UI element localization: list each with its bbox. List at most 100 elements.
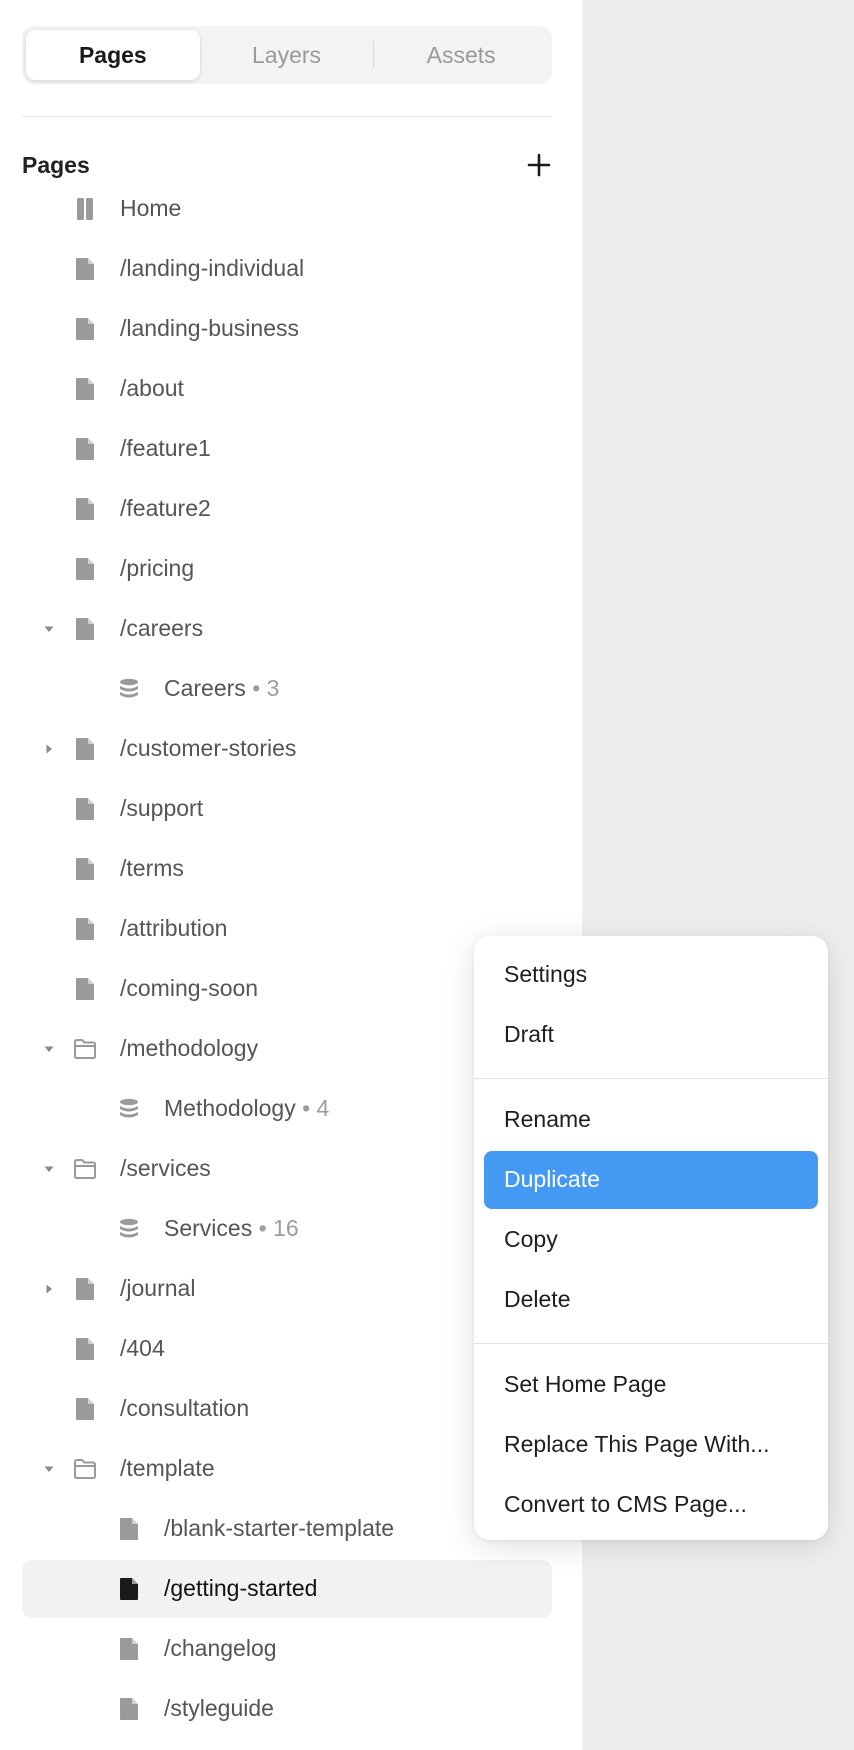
page-label-text: /careers (120, 615, 204, 641)
page-label-text: /consultation (120, 1395, 250, 1421)
page-label-text: /journal (120, 1275, 196, 1301)
caret-down-icon[interactable] (42, 1462, 56, 1476)
page-icon (76, 1278, 94, 1300)
page-label: /template (120, 1455, 215, 1482)
page-label: Home (120, 195, 181, 222)
menu-item-delete[interactable]: Delete (484, 1271, 818, 1329)
page-row-changelog[interactable]: /changelog (22, 1620, 552, 1678)
page-label: /coming-soon (120, 975, 258, 1002)
context-menu: Settings Draft Rename Duplicate Copy Delete Se… (474, 936, 828, 1540)
page-label-text: /customer-stories (120, 735, 297, 761)
page-label-text: /feature1 (120, 435, 211, 461)
page-row-support[interactable]: /support (22, 780, 552, 838)
page-label: /terms (120, 855, 184, 882)
caret-right-icon[interactable] (42, 1282, 56, 1296)
database-icon (120, 1218, 138, 1238)
folder-icon (74, 1159, 96, 1179)
page-label: Services • 16 (164, 1215, 299, 1242)
folder-icon (74, 1459, 96, 1479)
page-icon (76, 378, 94, 400)
menu-item-replace-this-page-with[interactable]: Replace This Page With... (484, 1416, 818, 1474)
page-icon (76, 558, 94, 580)
page-row-consultation[interactable]: /consultation (22, 1380, 552, 1438)
page-label: Careers • 3 (164, 675, 279, 702)
count-separator: • (245, 675, 267, 701)
page-row-404[interactable]: /404 (22, 1320, 552, 1378)
page-label-text: /template (120, 1455, 215, 1481)
page-label-text: /coming-soon (120, 975, 259, 1001)
page-label-text: /getting-started (164, 1575, 318, 1601)
page-label: /methodology (120, 1035, 258, 1062)
page-label-text: /support (120, 795, 204, 821)
page-icon (120, 1578, 138, 1600)
caret-right-icon[interactable] (42, 742, 56, 756)
caret-down-icon[interactable] (42, 1162, 56, 1176)
page-label-text: /services (120, 1155, 211, 1181)
page-label-text: /feature2 (120, 495, 211, 521)
page-label: /consultation (120, 1395, 249, 1422)
page-row-methodology[interactable]: /methodology (22, 1020, 552, 1078)
page-label: /404 (120, 1335, 165, 1362)
page-row-blank-starter-template[interactable]: /blank-starter-template (22, 1500, 552, 1558)
page-row-methodology[interactable]: Methodology • 4 (22, 1080, 552, 1138)
menu-item-copy[interactable]: Copy (484, 1211, 818, 1269)
page-label-text: Services (164, 1215, 253, 1241)
page-row-feature2[interactable]: /feature2 (22, 480, 552, 538)
database-icon (120, 678, 138, 698)
page-icon (76, 1338, 94, 1360)
page-icon (76, 258, 94, 280)
page-row-terms[interactable]: /terms (22, 840, 552, 898)
page-row-about[interactable]: /about (22, 360, 552, 418)
page-row-services[interactable]: /services (22, 1140, 552, 1198)
page-label: /about (120, 375, 184, 402)
page-label-text: /landing-business (120, 315, 300, 341)
caret-down-icon[interactable] (42, 622, 56, 636)
page-icon (76, 858, 94, 880)
page-label: /feature1 (120, 435, 211, 462)
page-row-attribution[interactable]: /attribution (22, 900, 552, 958)
page-icon (76, 798, 94, 820)
page-label-text: /pricing (120, 555, 195, 581)
page-label: /attribution (120, 915, 227, 942)
page-row-template[interactable]: /template (22, 1440, 552, 1498)
home-icon (77, 198, 93, 220)
page-row-customer-stories[interactable]: /customer-stories (22, 720, 552, 778)
page-row-services[interactable]: Services • 16 (22, 1200, 552, 1258)
page-icon (76, 438, 94, 460)
page-icon (76, 1398, 94, 1420)
menu-item-set-home-page[interactable]: Set Home Page (484, 1356, 818, 1414)
page-label: /getting-started (164, 1575, 317, 1602)
page-label-text: /methodology (120, 1035, 259, 1061)
page-label-text: /terms (120, 855, 184, 881)
page-label-text: Home (120, 195, 182, 221)
page-label-text: Careers (164, 675, 246, 701)
page-icon (120, 1638, 138, 1660)
page-row-pricing[interactable]: /pricing (22, 540, 552, 598)
page-row-careers[interactable]: /careers (22, 600, 552, 658)
caret-down-icon[interactable] (42, 1042, 56, 1056)
page-row-getting-started[interactable]: /getting-started (22, 1560, 552, 1618)
page-label: /pricing (120, 555, 194, 582)
page-icon (76, 318, 94, 340)
menu-item-rename[interactable]: Rename (484, 1091, 818, 1149)
page-label: /changelog (164, 1635, 277, 1662)
menu-item-settings[interactable]: Settings (484, 946, 818, 1004)
database-icon (120, 1098, 138, 1118)
page-label-text: /attribution (120, 915, 228, 941)
page-label: Methodology • 4 (164, 1095, 329, 1122)
menu-item-draft[interactable]: Draft (484, 1006, 818, 1064)
page-label: /support (120, 795, 203, 822)
page-row-feature1[interactable]: /feature1 (22, 420, 552, 478)
page-row-landing-business[interactable]: /landing-business (22, 300, 552, 358)
page-row-home[interactable]: Home (22, 180, 552, 238)
page-label: /feature2 (120, 495, 211, 522)
page-row-styleguide[interactable]: /styleguide (22, 1680, 552, 1738)
page-label: /landing-business (120, 315, 299, 342)
menu-item-convert-to-cms-page[interactable]: Convert to CMS Page... (484, 1476, 818, 1534)
menu-item-duplicate[interactable]: Duplicate (484, 1151, 818, 1209)
page-row-landing-individual[interactable]: /landing-individual (22, 240, 552, 298)
page-row-journal[interactable]: /journal (22, 1260, 552, 1318)
page-label: /journal (120, 1275, 195, 1302)
page-row-coming-soon[interactable]: /coming-soon (22, 960, 552, 1018)
page-row-careers[interactable]: Careers • 3 (22, 660, 552, 718)
